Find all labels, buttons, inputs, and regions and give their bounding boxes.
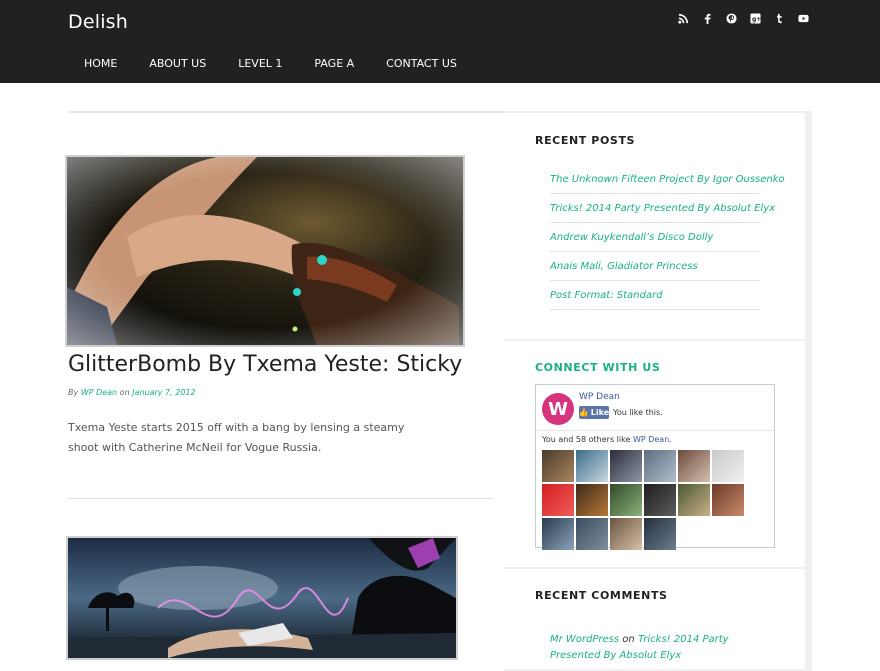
google-plus-icon[interactable]: g+ (748, 11, 763, 26)
fb-others-prefix: You and 58 others like (542, 435, 631, 444)
avatar[interactable] (678, 450, 710, 482)
fb-like-label: Like (590, 408, 610, 417)
avatar[interactable] (542, 518, 574, 550)
fb-page-name[interactable]: WP Dean (579, 392, 620, 402)
recent-comment: Mr WordPress on Tricks! 2014 Party Prese… (550, 632, 780, 664)
fb-others-text: You and 58 others like WP Dean. (542, 435, 672, 444)
avatar[interactable] (712, 450, 744, 482)
list-item: The Unknown Fifteen Project By Igor Ouss… (550, 165, 785, 194)
avatar[interactable] (644, 450, 676, 482)
avatar[interactable] (678, 484, 710, 516)
fb-faces-grid (542, 450, 752, 550)
connect-title: CONNECT WITH US (535, 361, 661, 374)
recent-posts-title: RECENT POSTS (535, 134, 636, 147)
recent-post-link[interactable]: Andrew Kuykendall’s Disco Dolly (550, 232, 713, 243)
connect-widget: CONNECT WITH US W WP Dean 👍 Like You lik… (504, 341, 805, 567)
avatar[interactable] (576, 518, 608, 550)
youtube-icon[interactable] (796, 11, 811, 26)
nav-page-a[interactable]: PAGE A (298, 57, 370, 70)
nav-level-1[interactable]: LEVEL 1 (222, 57, 298, 70)
fb-others-page-link[interactable]: WP Dean. (633, 435, 672, 444)
recent-posts-widget: RECENT POSTS The Unknown Fifteen Project… (504, 113, 805, 339)
avatar[interactable] (610, 518, 642, 550)
svg-text:g+: g+ (752, 16, 761, 23)
post-date-link[interactable]: January 7, 2012 (132, 388, 195, 397)
comment-on-text: on (622, 634, 635, 645)
nav-about-us[interactable]: ABOUT US (133, 57, 222, 70)
list-item: Andrew Kuykendall’s Disco Dolly (550, 223, 760, 252)
avatar[interactable] (610, 450, 642, 482)
rss-icon[interactable] (676, 11, 691, 26)
recent-posts-list: The Unknown Fifteen Project By Igor Ouss… (550, 165, 785, 310)
comment-author-link[interactable]: Mr WordPress (550, 634, 619, 645)
nav-contact-us[interactable]: CONTACT US (370, 57, 473, 70)
avatar[interactable] (576, 484, 608, 516)
meta-on: on (119, 388, 130, 397)
facebook-like-box: W WP Dean 👍 Like You like this. You and … (535, 384, 775, 550)
fb-you-like-text: You like this. (613, 408, 663, 417)
post-meta: By WP Dean on January 7, 2012 (68, 388, 196, 397)
post-author-link[interactable]: WP Dean (81, 388, 117, 397)
meta-by: By (68, 388, 79, 397)
facebook-icon[interactable] (700, 11, 715, 26)
avatar[interactable] (542, 484, 574, 516)
nav-home[interactable]: HOME (68, 57, 133, 70)
recent-post-link[interactable]: Post Format: Standard (550, 290, 662, 301)
avatar[interactable] (712, 484, 744, 516)
pinterest-icon[interactable] (724, 11, 739, 26)
post-excerpt: Txema Yeste starts 2015 off with a bang … (68, 421, 405, 454)
second-post-image[interactable] (66, 536, 458, 660)
list-item: Anais Mali, Gladiator Princess (550, 252, 760, 281)
avatar[interactable] (610, 484, 642, 516)
main-nav: HOME ABOUT US LEVEL 1 PAGE A CONTACT US (68, 57, 473, 70)
tumblr-icon[interactable] (772, 11, 787, 26)
content-divider (68, 111, 504, 113)
featured-image[interactable] (65, 155, 465, 347)
recent-post-link[interactable]: Anais Mali, Gladiator Princess (550, 261, 698, 272)
recent-post-link[interactable]: Tricks! 2014 Party Presented By Absolut … (550, 203, 775, 214)
site-header: Delish g+ HOME ABOUT US LEVEL 1 PAGE A C… (0, 0, 880, 83)
avatar[interactable] (542, 450, 574, 482)
fb-page-logo[interactable]: W (542, 393, 574, 425)
post-divider (68, 498, 493, 499)
social-links: g+ (676, 11, 811, 26)
fb-header: W WP Dean 👍 Like You like this. (536, 385, 774, 431)
list-item: Post Format: Standard (550, 281, 760, 310)
recent-post-link[interactable]: The Unknown Fifteen Project By Igor Ouss… (550, 174, 785, 185)
avatar[interactable] (644, 484, 676, 516)
site-title[interactable]: Delish (68, 11, 128, 33)
fb-like-button[interactable]: 👍 Like (579, 406, 609, 419)
avatar[interactable] (644, 518, 676, 550)
recent-comments-title: RECENT COMMENTS (535, 589, 668, 602)
avatar[interactable] (576, 450, 608, 482)
list-item: Tricks! 2014 Party Presented By Absolut … (550, 194, 775, 223)
recent-comments-widget: RECENT COMMENTS Mr WordPress on Tricks! … (504, 569, 805, 669)
thumbs-up-icon: 👍 (578, 408, 589, 417)
post-title[interactable]: GlitterBomb By Txema Yeste: Sticky (68, 352, 462, 377)
